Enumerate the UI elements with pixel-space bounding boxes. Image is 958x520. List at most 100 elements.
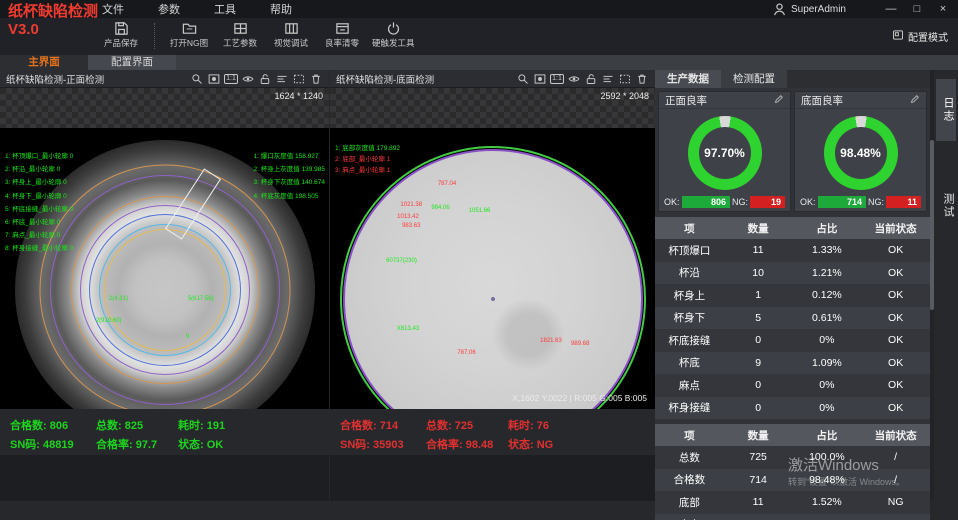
trash-icon[interactable]	[635, 72, 649, 85]
edit-icon[interactable]	[774, 91, 784, 109]
table-cell: 725	[724, 446, 793, 469]
table-cell: 杯沿	[655, 262, 724, 285]
defect-label: 1013.42	[397, 214, 419, 220]
toolbar-button-label: 硬触发工具	[372, 37, 415, 49]
status-item-状态: 状态: OK	[178, 436, 319, 452]
minimize-button[interactable]: —	[878, 0, 904, 18]
table-cell: 10	[724, 262, 793, 285]
ng-count-bar: 11	[886, 196, 921, 208]
one-to-one-icon[interactable]: 1:1	[224, 72, 238, 85]
table-row[interactable]: 杯沿101.21%OK	[655, 262, 930, 285]
search-icon[interactable]	[516, 72, 530, 85]
table-cell: 11	[724, 491, 793, 514]
current-user[interactable]: SuperAdmin	[772, 0, 846, 18]
search-icon[interactable]	[190, 72, 204, 85]
annotation-line: 2: 杯沿_最小轮廓 0	[5, 163, 73, 176]
toolbar-button-clear[interactable]: 良率清零	[321, 21, 363, 49]
toolbar-button-power[interactable]: 硬触发工具	[372, 21, 415, 49]
fit-icon[interactable]	[207, 72, 221, 85]
maximize-button[interactable]: □	[904, 0, 930, 18]
title-bar: 文件 参数 工具 帮助 SuperAdmin — □ ×	[0, 0, 958, 18]
table-cell: 5	[724, 307, 793, 330]
sidebar-tab-test[interactable]: 测试	[936, 181, 956, 231]
table-cell: 麻点	[655, 374, 724, 397]
eye-icon[interactable]	[241, 72, 255, 85]
front-viewer-header: 纸杯缺陷检测-正面检测 1:1	[0, 70, 329, 88]
table-row[interactable]: 麻点00%OK	[655, 374, 930, 397]
menu-params[interactable]: 参数	[154, 1, 184, 17]
unlock-icon[interactable]	[258, 72, 272, 85]
window-controls: — □ ×	[878, 0, 956, 18]
front-viewer-title: 纸杯缺陷检测-正面检测	[6, 72, 190, 86]
toolbar-button-panel[interactable]: 视觉调试	[270, 21, 312, 49]
histogram-icon[interactable]	[275, 72, 289, 85]
front-status-bar: 合格数: 806总数: 825耗时: 191SN码: 48819合格率: 97.…	[0, 409, 329, 455]
table-cell: OK	[861, 239, 930, 262]
histogram-icon[interactable]	[601, 72, 615, 85]
front-yield-card: 正面良率 97.70% OK: 806 NG: 19	[658, 91, 791, 212]
annotation-line: 8: 杯身接缝_最小轮廓 0	[5, 242, 73, 255]
table-row[interactable]: 底部111.52%NG	[655, 491, 930, 514]
panel-icon	[284, 21, 299, 36]
one-to-one-icon[interactable]: 1:1	[550, 72, 564, 85]
table-row[interactable]: 杯顶爆口111.33%OK	[655, 239, 930, 262]
defect-label: 1051.66	[469, 208, 491, 214]
roi-icon[interactable]	[292, 72, 306, 85]
scrollbar-track[interactable]	[930, 70, 934, 501]
table-row[interactable]: 麻点00%NG	[655, 514, 930, 520]
toolbar-button-folder[interactable]: 打开NG图	[168, 21, 210, 49]
menu-tools[interactable]: 工具	[210, 1, 240, 17]
one-to-one-label: 1:1	[224, 74, 238, 84]
bottom-camera-image[interactable]: 1: 底部灰度值 179.8922: 底部_最小轮廓 13: 麻点_最小轮廓 1…	[330, 128, 655, 424]
annotation-line: 6: 杯底_最小轮廓 0	[5, 216, 73, 229]
table-cell: 0%	[793, 329, 862, 352]
tab-inspection-config[interactable]: 检测配置	[721, 70, 787, 88]
front-camera-image[interactable]: 1: 杯顶爆口_最小轮廓 02: 杯沿_最小轮廓 03: 杯身上_最小轮廓 04…	[0, 128, 329, 445]
table-row[interactable]: 杯底91.09%OK	[655, 352, 930, 375]
menu-help[interactable]: 帮助	[266, 1, 296, 17]
config-mode-button[interactable]: 配置模式	[892, 29, 948, 44]
annotation-line: 1: 底部灰度值 179.892	[335, 142, 400, 153]
tab-main[interactable]: 主界面	[0, 55, 88, 70]
roi-icon[interactable]	[618, 72, 632, 85]
bottom-viewer-canvas[interactable]: 2592 * 2048 1: 底部灰度值 179.8922: 底部_最小轮廓 1…	[330, 88, 655, 455]
unlock-icon[interactable]	[584, 72, 598, 85]
column-header: 项	[655, 424, 724, 446]
table-cell: 杯顶爆口	[655, 239, 724, 262]
table-row[interactable]: 总数725100.0%/	[655, 446, 930, 469]
toolbar-button-save[interactable]: 产品保存	[100, 21, 142, 49]
fit-icon[interactable]	[533, 72, 547, 85]
table-cell: 0%	[793, 397, 862, 420]
table-cell: 98.48%	[793, 469, 862, 492]
table-cell: 麻点	[655, 514, 724, 520]
table-row[interactable]: 杯身上10.12%OK	[655, 284, 930, 307]
close-button[interactable]: ×	[930, 0, 956, 18]
column-header: 当前状态	[861, 424, 930, 446]
tab-production-data[interactable]: 生产数据	[655, 70, 721, 88]
table-cell: 0%	[793, 374, 862, 397]
table-row[interactable]: 杯身接缝00%OK	[655, 397, 930, 420]
menu-file[interactable]: 文件	[98, 1, 128, 17]
sidebar-tab-logs[interactable]: 日志	[936, 79, 956, 141]
bottom-yield-gauge: 98.48%	[824, 116, 898, 190]
table-cell: 杯底	[655, 352, 724, 375]
table-row[interactable]: 杯身下50.61%OK	[655, 307, 930, 330]
table-cell: 0.61%	[793, 307, 862, 330]
annotation-line: 2: 杯身上灰度值 139.985	[253, 163, 325, 176]
tab-config[interactable]: 配置界面	[88, 55, 176, 70]
trash-icon[interactable]	[309, 72, 323, 85]
eye-icon[interactable]	[567, 72, 581, 85]
edit-icon[interactable]	[910, 91, 920, 109]
yield-cards: 正面良率 97.70% OK: 806 NG: 19 底面良率 98.48%	[655, 88, 930, 215]
toolbar-button-grid[interactable]: 工艺参数	[219, 21, 261, 49]
scrollbar-thumb[interactable]	[930, 140, 934, 310]
table-row[interactable]: 杯底接缝00%OK	[655, 329, 930, 352]
table-cell: OK	[861, 352, 930, 375]
table-row[interactable]: 合格数71498.48%/	[655, 469, 930, 492]
bottom-annotation-list: 1: 底部灰度值 179.8922: 底部_最小轮廓 13: 麻点_最小轮廓 1	[335, 142, 400, 175]
table-cell: 100.0%	[793, 446, 862, 469]
ng-count-bar: 19	[750, 196, 785, 208]
front-viewer-canvas[interactable]: 1624 * 1240 1: 杯顶爆口_最小轮廓 02: 杯沿_最小轮廓 03:…	[0, 88, 329, 455]
table-cell: 杯身下	[655, 307, 724, 330]
annotation-line: 5: 杯底接缝_最小轮廓 0	[5, 203, 73, 216]
